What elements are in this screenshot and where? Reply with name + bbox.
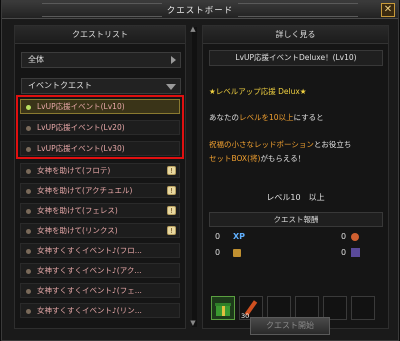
exclamation-icon: ! bbox=[167, 166, 176, 175]
category-filter-label: 全体 bbox=[28, 55, 44, 64]
bullet-icon bbox=[26, 289, 31, 294]
quest-title: LvUP応援イベントDeluxe！(Lv10) bbox=[209, 50, 383, 66]
bullet-icon bbox=[26, 249, 31, 254]
gem-icon bbox=[351, 233, 359, 241]
window-title: クエストボード bbox=[166, 6, 234, 16]
start-quest-button[interactable]: クエスト開始 bbox=[250, 317, 330, 335]
reward-header: クエスト報酬 bbox=[209, 212, 383, 227]
quest-item-growth-fro[interactable]: 女神すくすくイベント♪(フロ... bbox=[20, 243, 180, 258]
quest-desc-line4: セットBOX(将)がもらえる！ bbox=[209, 154, 306, 163]
quest-item-label: 女神すくすくイベント♪(フェ... bbox=[37, 286, 142, 295]
quest-item-label: 女神すくすくイベント♪(アク... bbox=[37, 266, 142, 275]
bullet-icon bbox=[26, 209, 31, 214]
reward-slot-box[interactable] bbox=[211, 296, 235, 320]
bullet-icon bbox=[26, 309, 31, 314]
item-count: 30 bbox=[241, 312, 250, 320]
exclamation-icon: ! bbox=[167, 186, 176, 195]
gold-value: 0 bbox=[215, 248, 221, 257]
gem-value: 0 bbox=[341, 232, 347, 241]
quest-item-label: 女神を助けて(リンクス) bbox=[37, 226, 118, 235]
xp-icon: XP bbox=[233, 232, 246, 241]
scroll-up-icon[interactable]: ▲ bbox=[186, 25, 200, 35]
quest-item-label: 女神すくすくイベント♪(フロ... bbox=[37, 246, 142, 255]
chevron-down-icon bbox=[166, 84, 176, 90]
quest-item-goddess-frote[interactable]: 女神を助けて(フロテ) ! bbox=[20, 163, 180, 178]
quest-item-goddess-lynx[interactable]: 女神を助けて(リンクス) ! bbox=[20, 223, 180, 238]
chevron-right-icon bbox=[171, 56, 176, 64]
exclamation-icon: ! bbox=[167, 206, 176, 215]
xp-value: 0 bbox=[215, 232, 221, 241]
category-filter[interactable]: 全体 bbox=[21, 52, 181, 68]
close-icon[interactable]: ✕ bbox=[381, 3, 395, 17]
selection-highlight bbox=[16, 95, 184, 159]
quest-type-filter[interactable]: イベントクエスト bbox=[21, 78, 181, 94]
gold-row: 0 0 bbox=[209, 246, 383, 261]
xp-row: 0 XP 0 bbox=[209, 230, 383, 245]
title-ornament-right bbox=[238, 3, 358, 17]
title-bar: クエストボード ✕ bbox=[2, 1, 398, 19]
quest-desc-line3: 祝福の小さなレッドポーションとお役立ち bbox=[209, 140, 352, 149]
quest-desc-line1: ★レベルアップ応援 Delux★ bbox=[209, 87, 307, 96]
quest-item-goddess-actuel[interactable]: 女神を助けて(アクチュエル) ! bbox=[20, 183, 180, 198]
scrollbar[interactable] bbox=[192, 27, 197, 327]
level-requirement: レベル10 以上 bbox=[266, 193, 325, 202]
quest-list-header: クエストリスト bbox=[15, 26, 185, 44]
exclamation-icon: ! bbox=[167, 226, 176, 235]
quest-item-label: 女神を助けて(アクチュエル) bbox=[37, 186, 133, 195]
quest-detail-panel: 詳しく見る LvUP応援イベントDeluxe！(Lv10) ★レベルアップ応援 … bbox=[202, 25, 389, 329]
quest-item-label: 女神を助けて(フロテ) bbox=[37, 166, 111, 175]
quest-item-label: 女神すくすくイベント♪(リン... bbox=[37, 306, 142, 315]
bullet-icon bbox=[26, 269, 31, 274]
quest-item-label: 女神を助けて(フェレス) bbox=[37, 206, 118, 215]
quest-item-growth-aku[interactable]: 女神すくすくイベント♪(アク... bbox=[20, 263, 180, 278]
quest-item-growth-rin[interactable]: 女神すくすくイベント♪(リン... bbox=[20, 303, 180, 318]
quest-item-goddess-feles[interactable]: 女神を助けて(フェレス) ! bbox=[20, 203, 180, 218]
reward-slot-6[interactable] bbox=[351, 296, 375, 320]
quest-detail-header: 詳しく見る bbox=[203, 26, 388, 44]
gold-icon bbox=[233, 249, 241, 257]
bullet-icon bbox=[26, 189, 31, 194]
gift-box-icon bbox=[215, 303, 231, 316]
quest-type-filter-label: イベントクエスト bbox=[28, 81, 92, 90]
bullet-icon bbox=[26, 169, 31, 174]
quest-board-window: クエストボード ✕ クエストリスト 全体 イベントクエスト LvUP応援イベント… bbox=[1, 0, 399, 341]
honor-value: 0 bbox=[341, 248, 347, 257]
bullet-icon bbox=[26, 229, 31, 234]
shield-icon bbox=[351, 248, 360, 257]
quest-item-growth-fe[interactable]: 女神すくすくイベント♪(フェ... bbox=[20, 283, 180, 298]
quest-desc-line2: あなたのレベルを10以上にすると bbox=[209, 113, 324, 122]
scroll-down-icon[interactable]: ▼ bbox=[186, 319, 200, 329]
title-ornament-left bbox=[42, 3, 162, 17]
